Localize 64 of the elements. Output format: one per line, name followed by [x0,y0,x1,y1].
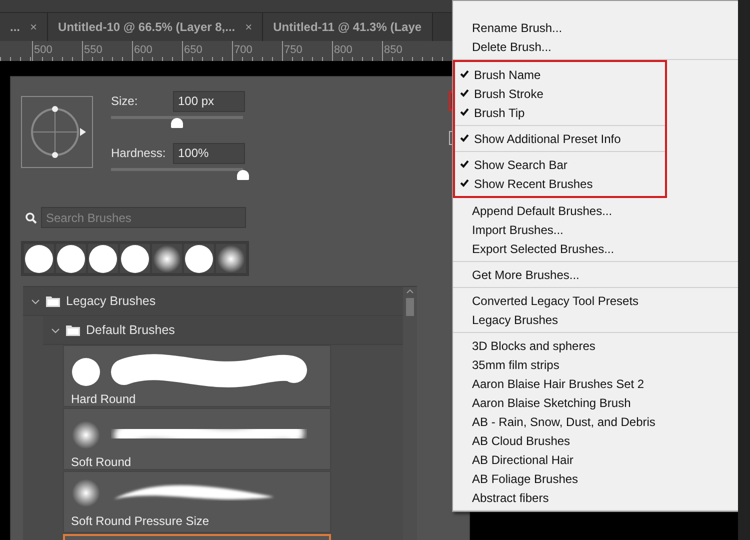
chevron-down-icon[interactable] [51,326,60,334]
ruler: 500 550 600 650 700 750 800 850 [0,41,452,61]
menu-item[interactable]: Show Recent Brushes [455,174,665,193]
menu-item[interactable]: AB Foliage Brushes [453,469,739,488]
menu-item[interactable]: AB - Rain, Snow, Dust, and Debris [453,412,739,431]
brush-name: Hard Round [71,392,137,406]
menu-item[interactable]: Export Selected Brushes... [453,239,739,258]
menu-item[interactable]: Delete Brush... [453,37,739,56]
brush-tip-icon[interactable] [184,244,214,273]
brush-tip-icon[interactable] [152,244,182,273]
menu-item[interactable]: Show Search Bar [455,155,665,174]
search-field[interactable]: Search Brushes [41,207,246,228]
setting-label: Size: [111,94,139,108]
brush-tip-icon[interactable] [88,244,118,273]
menu-item[interactable]: Show Additional Preset Info [455,129,665,148]
menu-item[interactable]: Brush Stroke [455,84,665,103]
document-tab[interactable]: ... × [0,13,48,41]
menu-item[interactable]: Legacy Brushes [453,310,739,329]
brush-preset[interactable]: Hard Round [63,345,331,407]
brush-name: Soft Round Pressure Size [71,514,210,528]
folder-row[interactable]: Default Brushes [43,316,403,345]
menu-item[interactable]: Brush Name [455,65,665,84]
menu-item[interactable]: Get More Brushes... [453,265,739,284]
menu-item[interactable]: Converted Legacy Tool Presets [453,291,739,310]
brush-tip-icon[interactable] [24,244,54,273]
scroll-up-icon[interactable] [406,289,414,294]
folder-icon [66,324,80,336]
menu-item[interactable]: 35mm film strips [453,355,739,374]
menu-item[interactable]: Abstract fibers [453,488,739,507]
brush-tip-icon[interactable] [216,244,246,273]
brush-tip-icon [71,478,101,508]
brush-preset[interactable]: Soft Round Pressure Size [63,471,331,533]
value-field[interactable]: 100 px [173,90,245,112]
menu-item[interactable]: 3D Blocks and spheres [453,336,739,355]
folder-name: Legacy Brushes [66,294,156,308]
brush-name: Soft Round [71,455,132,469]
menu-item[interactable]: AB Cloud Brushes [453,431,739,450]
folder-icon [46,296,60,306]
value-field[interactable]: 100% [173,142,245,164]
menu-item[interactable]: Append Default Brushes... [453,201,739,220]
folder-row[interactable]: Legacy Brushes [23,287,403,316]
scrollbar-thumb[interactable] [406,298,414,316]
brush-tip-icon [71,420,101,450]
menu-item[interactable]: Aaron Blaise Sketching Brush [453,393,739,412]
menu-item[interactable]: Aaron Blaise Hair Brushes Set 2 [453,374,739,393]
slider-thumb[interactable] [171,118,183,128]
menu-item[interactable]: Brush Tip [455,103,665,122]
folder-name: Default Brushes [86,323,175,337]
brush-tip-icon [71,357,101,387]
close-icon[interactable]: × [245,20,252,34]
document-tab[interactable]: Untitled-11 @ 41.3% (Laye [263,13,433,41]
brush-tip-icon[interactable] [56,244,86,273]
brush-tip-icon[interactable] [120,244,150,273]
slider-thumb[interactable] [237,170,249,180]
menu-item[interactable]: Rename Brush... [453,18,739,37]
menu-item[interactable]: Import Brushes... [453,220,739,239]
search-icon [25,212,37,224]
menu-item[interactable]: AB Directional Hair [453,450,739,469]
setting-label: Hardness: [111,146,167,160]
brush-preset[interactable]: Soft Round [63,408,331,470]
document-tab[interactable]: Untitled-10 @ 66.5% (Layer 8,... × [48,13,264,41]
scrollbar[interactable] [403,287,417,540]
chevron-down-icon[interactable] [31,296,40,306]
close-icon[interactable]: × [30,20,38,34]
